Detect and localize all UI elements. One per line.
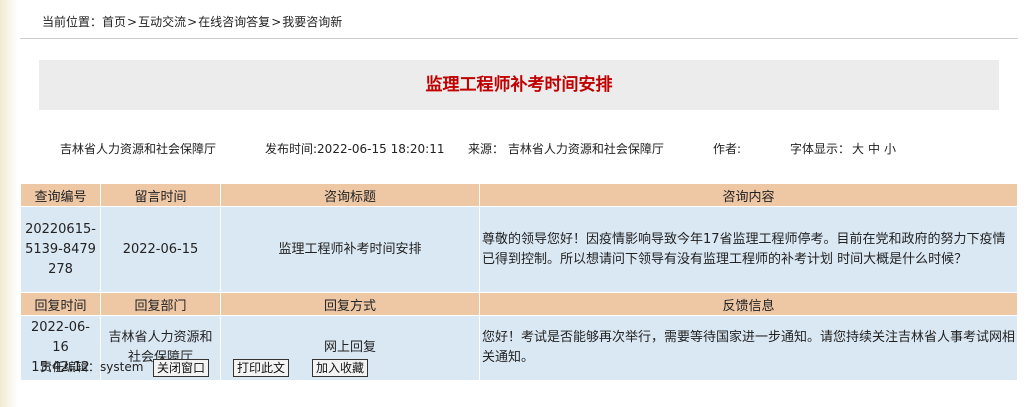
consult-title: 监理工程师补考时间安排 — [220, 206, 480, 293]
reply-header-row: 回复时间 回复部门 回复方式 反馈信息 — [20, 292, 1018, 316]
publish-time: 发布时间:2022-06-15 18:20:11 — [265, 140, 445, 157]
page-title: 监理工程师补考时间安排 — [425, 75, 613, 95]
source-label: 来源： — [468, 142, 505, 156]
header-reply-method: 回复方式 — [220, 292, 480, 316]
left-decor-gradient — [0, 0, 18, 407]
header-reply-time: 回复时间 — [20, 292, 101, 316]
consult-row: 20220615-5139-8479278 2022-06-15 监理工程师补考… — [20, 206, 1018, 293]
consult-content: 尊敬的领导您好！因疫情影响导致今年17省监理工程师停考。目前在党和政府的努力下疫… — [479, 206, 1018, 293]
font-size-medium-link[interactable]: 中 — [868, 142, 880, 156]
consult-header-row: 查询编号 留言时间 咨询标题 咨询内容 — [20, 183, 1018, 207]
breadcrumb-home-link[interactable]: 首页 — [102, 15, 126, 29]
header-query-id: 查询编号 — [20, 183, 101, 207]
font-size-small-link[interactable]: 小 — [884, 142, 896, 156]
publish-time-value: 2022-06-15 18:20:11 — [317, 142, 445, 156]
close-window-button[interactable]: 关闭窗口 — [153, 359, 210, 377]
breadcrumb-separator: > — [271, 15, 282, 29]
breadcrumb-prefix: 当前位置： — [42, 15, 103, 29]
author-label: 作者: — [713, 142, 742, 156]
responsible-editor: 责任编辑：system — [40, 358, 143, 375]
publisher-org: 吉林省人力资源和社会保障厅 — [60, 142, 217, 156]
breadcrumb-separator: > — [127, 15, 138, 29]
title-banner: 监理工程师补考时间安排 — [39, 60, 999, 110]
reply-feedback: 您好！考试是否能够再次举行，需要等待国家进一步通知。请您持续关注吉林省人事考试网… — [479, 315, 1018, 381]
editor-value: system — [100, 360, 144, 374]
source-info: 来源： 吉林省人力资源和社会保障厅 — [468, 140, 664, 157]
font-size-control: 字体显示：大中小 — [790, 140, 898, 157]
print-article-button[interactable]: 打印此文 — [233, 359, 290, 377]
header-consult-title: 咨询标题 — [220, 183, 480, 207]
breadcrumb-separator: > — [187, 15, 198, 29]
header-consult-content: 咨询内容 — [479, 183, 1018, 207]
breadcrumb: 当前位置：首页>互动交流>在线咨询答复>我要咨询新 — [42, 13, 342, 30]
editor-label: 责任编辑： — [40, 360, 101, 374]
breadcrumb-online-consult-link[interactable]: 在线咨询答复 — [198, 15, 270, 29]
add-favorite-button[interactable]: 加入收藏 — [312, 359, 369, 377]
breadcrumb-interaction-link[interactable]: 互动交流 — [138, 15, 186, 29]
font-size-label: 字体显示： — [790, 142, 851, 156]
top-divider — [20, 38, 1018, 39]
breadcrumb-current-link[interactable]: 我要咨询新 — [282, 15, 342, 29]
consult-query-id: 20220615-5139-8479278 — [20, 206, 101, 293]
font-size-large-link[interactable]: 大 — [852, 142, 864, 156]
header-feedback: 反馈信息 — [479, 292, 1018, 316]
source-value: 吉林省人力资源和社会保障厅 — [507, 142, 664, 156]
author-info: 作者: — [713, 140, 741, 157]
header-message-time: 留言时间 — [100, 183, 221, 207]
consult-message-time: 2022-06-15 — [100, 206, 221, 293]
consult-table: 查询编号 留言时间 咨询标题 咨询内容 20220615-5139-847927… — [20, 183, 1018, 381]
publish-time-label: 发布时间: — [265, 142, 318, 156]
header-reply-dept: 回复部门 — [100, 292, 221, 316]
